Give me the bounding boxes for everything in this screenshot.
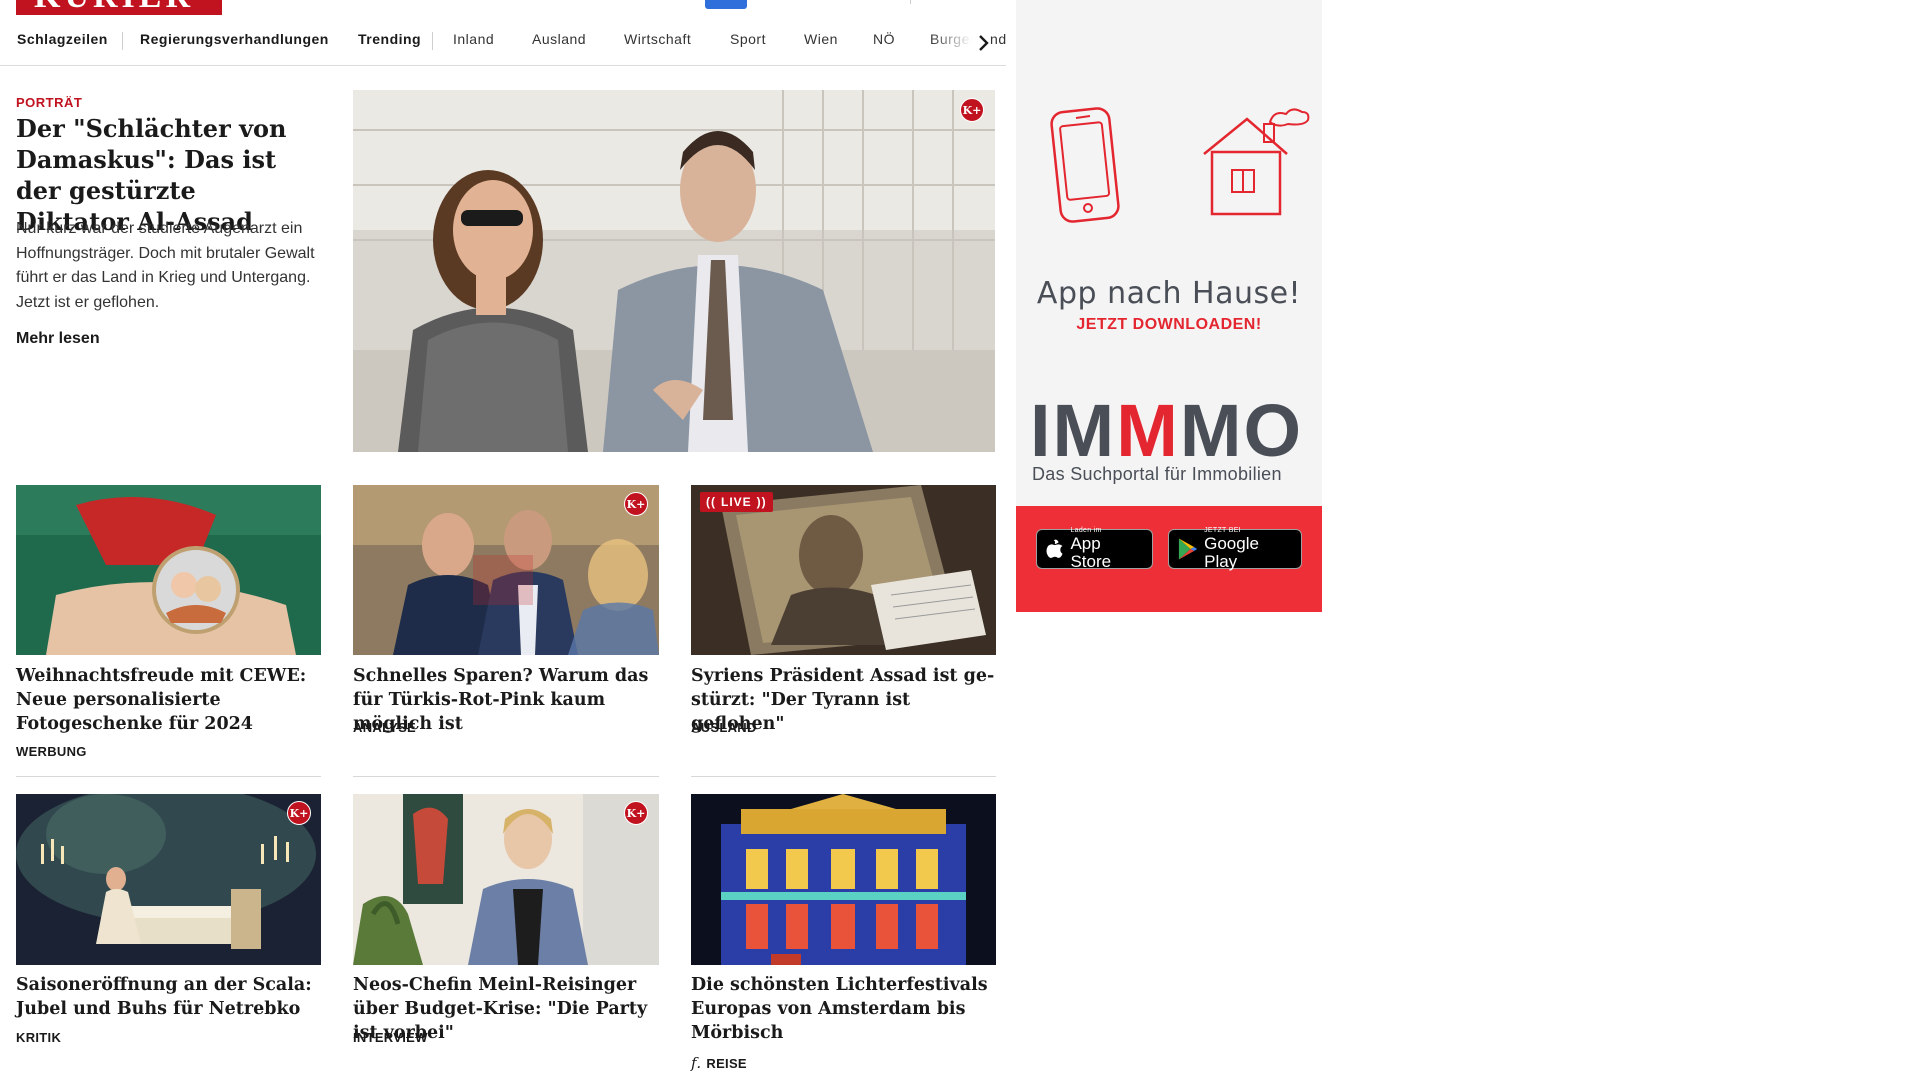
card-tag-lichterfestivals: f. REISE [691, 1054, 747, 1072]
header-button[interactable] [705, 0, 747, 9]
card-title-scala[interactable]: Saisoneröffnung an der Scala: Ju­bel und… [16, 973, 322, 1021]
phone-icon [1050, 107, 1120, 223]
nav-divider [122, 32, 123, 50]
card-image-cewe[interactable] [16, 485, 321, 655]
card-tag-scala: KRITIK [16, 1030, 61, 1045]
nav-scroll-button[interactable] [972, 28, 996, 58]
card-title-cewe[interactable]: Weihnachtsfreude mit CEWE: Neue personal… [16, 664, 322, 736]
ad-subline: JETZT DOWNLOADEN! [1076, 316, 1262, 333]
card-tag-assad: AUSLAND [691, 720, 757, 735]
premium-badge: K+ [624, 492, 648, 516]
card-image-lichterfestivals[interactable] [691, 794, 996, 965]
card-tag-label: AUSLAND [691, 720, 757, 735]
house-icon [1203, 108, 1310, 216]
header-divider [910, 0, 911, 4]
app-store-button[interactable]: Laden im App Store [1036, 527, 1153, 571]
nav-item-schlagzeilen[interactable]: Schlagzeilen [17, 31, 108, 47]
kurier-logo[interactable]: KURIER [16, 0, 222, 15]
nav-item-noe[interactable]: NÖ [873, 31, 895, 47]
card-tag-label: INTERVIEW [353, 1030, 428, 1045]
logo-text: KURIER [34, 0, 194, 15]
freizeit-icon: f. [691, 1054, 702, 1072]
live-label: LIVE [721, 495, 752, 509]
premium-badge: K+ [287, 801, 311, 825]
row-divider [691, 776, 996, 777]
logo-part-accent: M [1116, 389, 1180, 472]
nav-item-ausland[interactable]: Ausland [532, 31, 586, 47]
nav-item-trending[interactable]: Trending [358, 31, 421, 47]
row-divider [16, 776, 321, 777]
ad-banner-immmo[interactable]: App nach Hause! JETZT DOWNLOADEN! IMMMO … [1016, 0, 1322, 612]
live-badge: (( LIVE )) [700, 492, 773, 512]
immmo-logo: IMMMO [1030, 394, 1303, 468]
card-image-sparen[interactable]: K+ [353, 485, 659, 655]
card-tag-meinl-reisinger: INTERVIEW [353, 1030, 428, 1045]
ad-headline: App nach Hause! [1036, 276, 1302, 311]
card-tag-label: WERBUNG [16, 744, 87, 759]
nav-item-wien[interactable]: Wien [804, 31, 838, 47]
premium-badge: K+ [960, 98, 984, 122]
row-divider [353, 776, 659, 777]
hero-teaser: Nur kurz war der studierte Augenarzt ein… [16, 220, 315, 311]
ad-store-band: Laden im App Store JETZT BEI Google Play [1016, 506, 1322, 612]
nav-item-wirtschaft[interactable]: Wirtschaft [624, 31, 691, 47]
card-image-meinl-reisinger[interactable]: K+ [353, 794, 659, 965]
card-tag-sparen: ANALYSE [353, 720, 416, 735]
live-icon: )) [756, 495, 767, 509]
hero-image[interactable]: K+ [353, 90, 995, 452]
card-image-assad-live[interactable]: (( LIVE )) [691, 485, 996, 655]
google-play-icon [1178, 538, 1198, 560]
read-more-link[interactable]: Mehr lesen [16, 330, 100, 348]
card-tag-label: REISE [706, 1055, 747, 1071]
chevron-right-icon [979, 35, 989, 51]
google-play-label: Google Play [1204, 534, 1259, 571]
section-nav: Schlagzeilen Regierungsverhandlungen Tre… [0, 24, 1006, 66]
nav-item-inland[interactable]: Inland [453, 31, 494, 47]
nav-divider [432, 32, 433, 50]
logo-part: MO [1179, 389, 1304, 472]
card-tag-label: ANALYSE [353, 720, 417, 735]
card-tag-label: KRITIK [16, 1030, 62, 1045]
card-image-scala[interactable]: K+ [16, 794, 321, 965]
nav-item-regierungsverhandlungen[interactable]: Regierungsverhandlungen [140, 31, 329, 47]
ad-tagline: Das Suchportal für Immobilien [1032, 464, 1282, 484]
hero-kicker: PORTRÄT [16, 95, 83, 110]
card-title-lichterfestivals[interactable]: Die schönsten Lichterfestivals Eu­ropas … [691, 973, 997, 1045]
premium-badge: K+ [624, 801, 648, 825]
card-tag-cewe: WERBUNG [16, 744, 87, 759]
google-play-button[interactable]: JETZT BEI Google Play [1168, 527, 1302, 571]
live-icon: (( [706, 495, 716, 509]
app-store-label: App Store [1070, 534, 1112, 571]
apple-icon [1046, 539, 1063, 558]
nav-item-sport[interactable]: Sport [730, 31, 766, 47]
logo-part: IM [1030, 389, 1117, 472]
